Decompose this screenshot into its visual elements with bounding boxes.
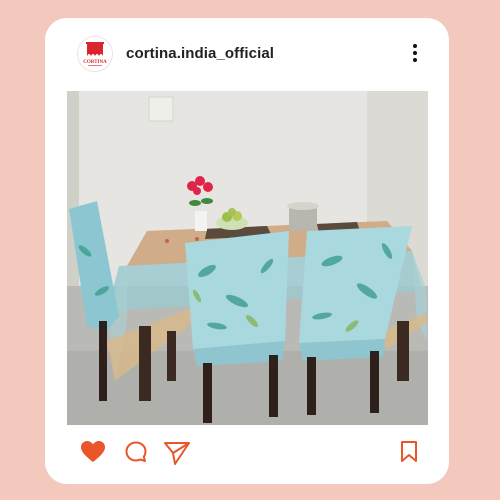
svg-text:CORTINA: CORTINA [83, 60, 107, 65]
post-header: CORTINA cortina.india_official [45, 18, 449, 90]
avatar[interactable]: CORTINA [77, 36, 113, 72]
account-username[interactable]: cortina.india_official [126, 45, 274, 62]
post-card: CORTINA cortina.india_official [45, 18, 449, 484]
bookmark-icon[interactable] [399, 440, 419, 469]
post-image[interactable] [67, 91, 428, 425]
more-options-icon[interactable] [409, 44, 421, 64]
heart-icon[interactable] [80, 440, 106, 469]
post-actions [45, 436, 449, 476]
comment-icon[interactable] [124, 440, 148, 469]
dining-room-photo [67, 91, 428, 425]
cortina-logo-icon: CORTINA [78, 37, 112, 71]
send-icon[interactable] [163, 440, 191, 471]
